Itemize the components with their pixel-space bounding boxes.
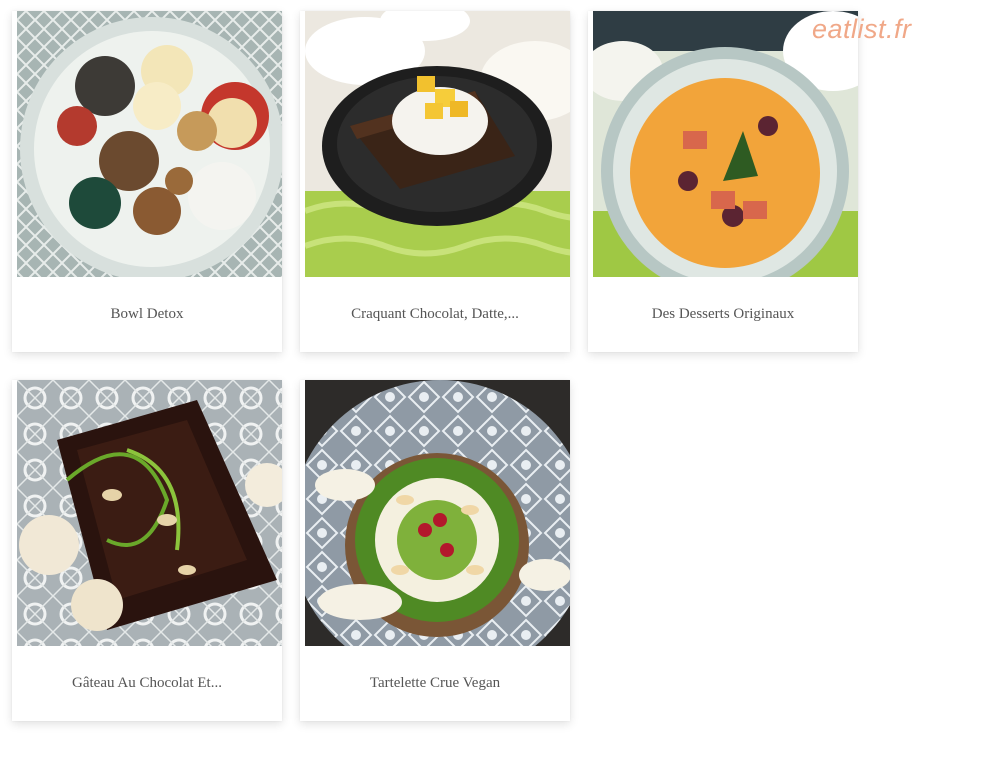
tartelette-crue-photo[interactable] (305, 380, 570, 646)
recipe-title[interactable]: Des Desserts Originaux (588, 277, 858, 352)
desserts-originaux-photo[interactable] (593, 11, 858, 277)
recipe-title[interactable]: Bowl Detox (12, 277, 282, 352)
recipe-title[interactable]: Gâteau Au Chocolat Et... (12, 646, 282, 721)
recipe-title[interactable]: Tartelette Crue Vegan (300, 646, 570, 721)
recipe-card-tartelette-crue[interactable]: Tartelette Crue Vegan (300, 380, 570, 721)
recipe-card-desserts-originaux[interactable]: Des Desserts Originaux (588, 11, 858, 352)
recipe-card-gateau-chocolat[interactable]: Gâteau Au Chocolat Et... (12, 380, 282, 721)
recipe-title[interactable]: Craquant Chocolat, Datte,... (300, 277, 570, 352)
site-watermark: eatlist.fr (812, 14, 912, 44)
recipe-card-craquant-chocolat[interactable]: Craquant Chocolat, Datte,... (300, 11, 570, 352)
gateau-chocolat-photo[interactable] (17, 380, 282, 646)
recipe-card-bowl-detox[interactable]: Bowl Detox (12, 11, 282, 352)
bowl-detox-photo[interactable] (17, 11, 282, 277)
craquant-chocolat-photo[interactable] (305, 11, 570, 277)
